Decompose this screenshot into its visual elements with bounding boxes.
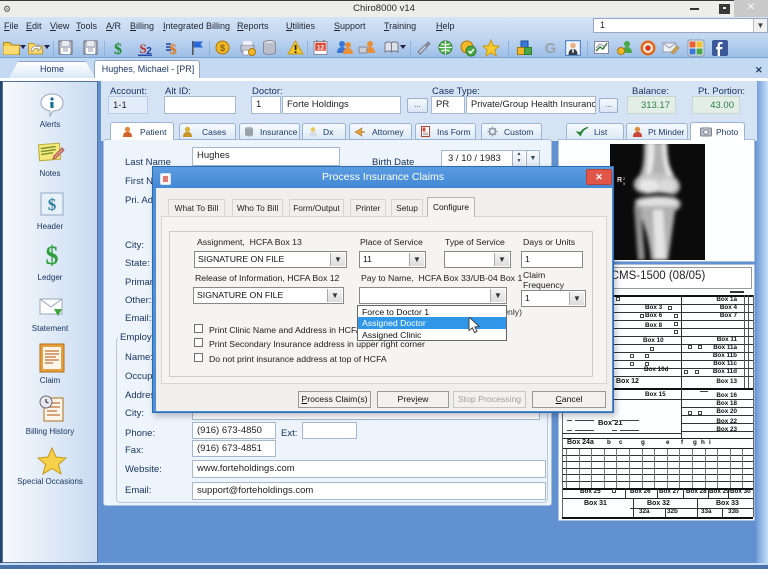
svg-text:G: G <box>545 40 557 57</box>
svg-text:12: 12 <box>317 45 325 52</box>
svg-text:R: R <box>617 177 622 184</box>
svg-text:$: $ <box>48 195 57 214</box>
svg-text:$: $ <box>220 43 225 53</box>
svg-text:$: $ <box>46 242 59 268</box>
svg-text:$: $ <box>114 41 122 57</box>
